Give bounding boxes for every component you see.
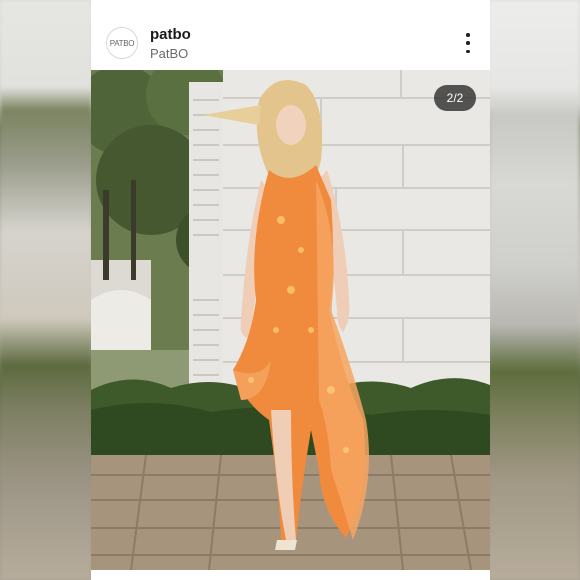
avatar[interactable]: PATBO <box>106 27 138 59</box>
background-blur-left <box>0 0 92 580</box>
fashion-photo-illustration <box>91 70 490 570</box>
more-vertical-icon[interactable] <box>464 33 472 53</box>
background-blur-right <box>488 0 580 580</box>
avatar-logo-text: PATBO <box>109 38 135 48</box>
display-name: PatBO <box>150 46 189 61</box>
username[interactable]: patbo <box>150 26 191 43</box>
post-card: PATBO patbo PatBO 2/2 <box>91 0 490 580</box>
post-image[interactable]: 2/2 <box>91 70 490 570</box>
image-counter-badge: 2/2 <box>434 85 476 111</box>
post-header: PATBO patbo PatBO <box>91 18 490 68</box>
